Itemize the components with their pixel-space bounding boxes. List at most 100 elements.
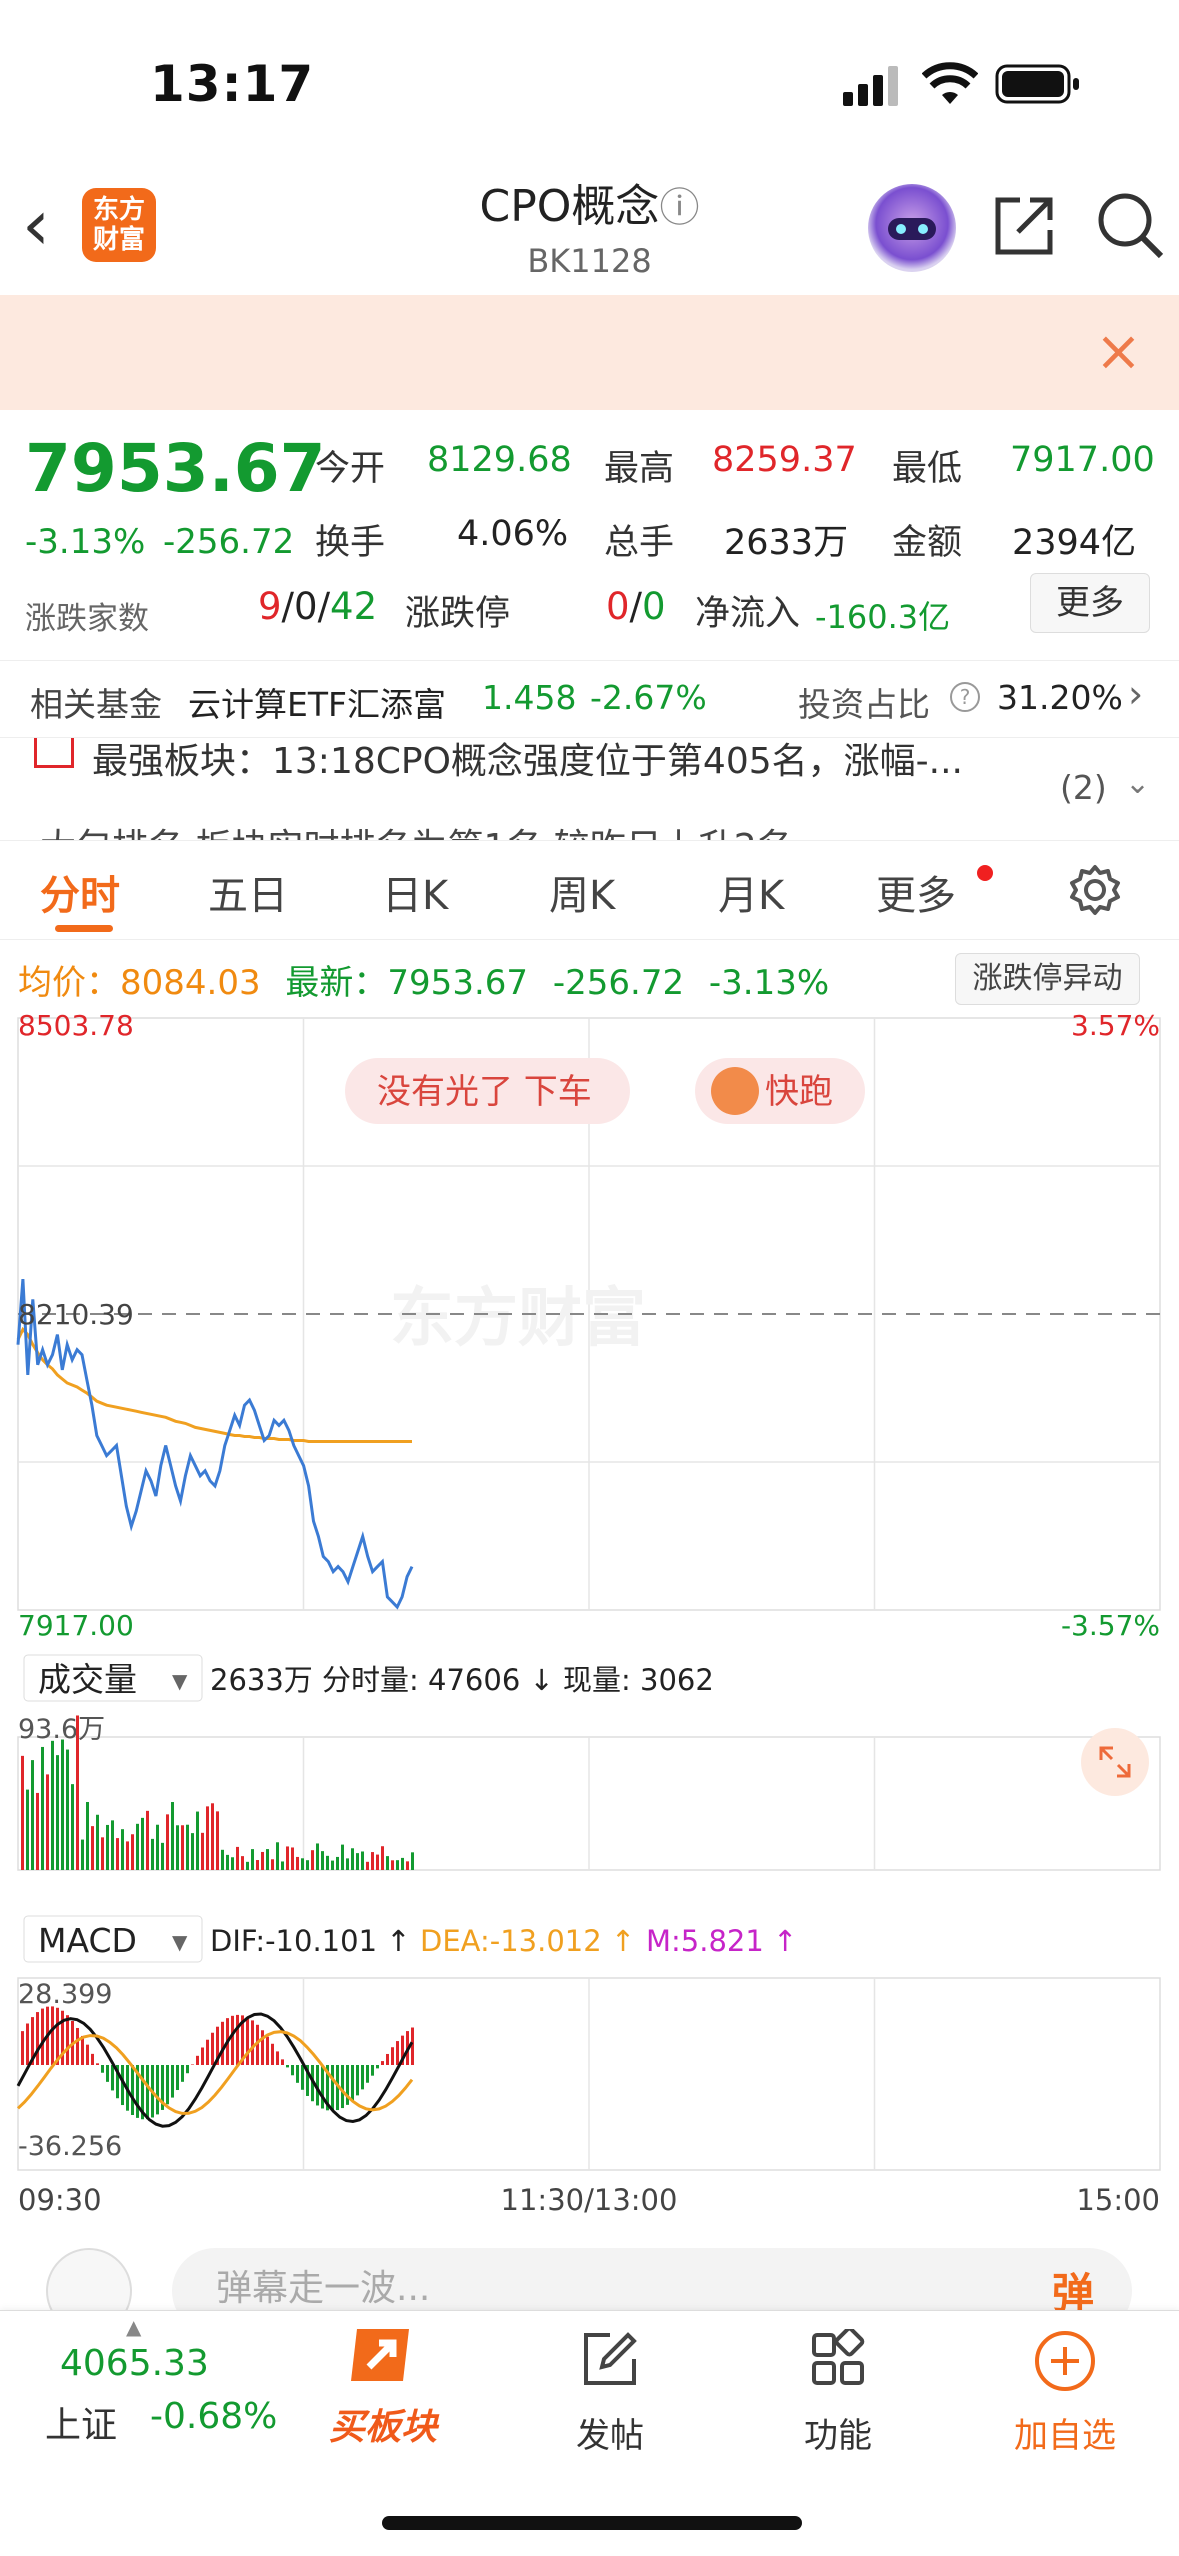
macd-bar	[271, 2043, 274, 2065]
fund-name[interactable]: 云计算ETF汇添富	[188, 678, 446, 726]
expand-icon[interactable]	[1081, 1728, 1149, 1796]
volume-bar	[66, 1749, 69, 1870]
search-icon[interactable]	[1095, 190, 1165, 260]
volume-bar	[261, 1851, 264, 1870]
danmu-row: 弹幕走一波... 弹	[0, 2230, 1179, 2334]
macd-bar	[396, 2041, 399, 2065]
limit-values: 0/0	[606, 585, 666, 628]
volume-value: 2633万	[724, 523, 849, 563]
macd-bar	[76, 2027, 79, 2065]
amount-value: 2394亿	[1012, 523, 1137, 563]
ratio-value: 31.20%	[997, 678, 1123, 717]
grid-icon	[812, 2326, 865, 2385]
share-icon[interactable]	[990, 190, 1060, 260]
volume-bar	[96, 1814, 99, 1870]
news-secondary: 大包排名 板块实时排名为第1名 较昨日上升2名	[40, 818, 793, 840]
close-icon[interactable]: ×	[1095, 320, 1142, 384]
amount-label: 金额	[892, 523, 963, 563]
macd-bar	[81, 2035, 84, 2065]
pct-max-label: 3.57%	[1071, 1010, 1160, 1042]
nav-buy-sector[interactable]: 买板块	[318, 2319, 448, 2450]
breadth-down: 42	[330, 585, 378, 628]
volume-bar	[411, 1852, 414, 1870]
volume-bar	[406, 1861, 409, 1870]
volume-bar	[201, 1832, 204, 1870]
settings-gear-icon[interactable]	[1068, 863, 1122, 917]
limit-move-button[interactable]: 涨跌停异动	[955, 953, 1140, 1005]
assistant-avatar-icon[interactable]	[868, 184, 956, 272]
macd-bar	[301, 2065, 304, 2090]
macd-bar	[376, 2065, 379, 2069]
volume-bar	[31, 1760, 34, 1870]
dropdown-arrow-icon: ▼	[172, 1669, 188, 1693]
limit-label: 涨跌停	[405, 594, 511, 634]
macd-bar	[361, 2065, 364, 2090]
nav-functions[interactable]: 功能	[778, 2326, 898, 2457]
tab-5day[interactable]: 五日	[208, 863, 288, 921]
volume-bar	[196, 1811, 199, 1870]
volume-bar	[36, 1792, 39, 1870]
tab-intraday[interactable]: 分时	[40, 863, 120, 921]
pct-min-label: -3.57%	[1061, 1609, 1160, 1642]
volume-select-label: 成交量	[38, 1660, 137, 1699]
fund-change: -2.67%	[590, 678, 707, 717]
macd-bar	[246, 2017, 249, 2065]
volume-bar	[251, 1849, 254, 1870]
volume-bar	[221, 1849, 224, 1870]
chevron-right-icon[interactable]: ›	[1128, 672, 1143, 716]
tab-monthly[interactable]: 月K	[718, 863, 784, 921]
volume-bar	[56, 1755, 59, 1870]
macd-min-label: -36.256	[18, 2131, 122, 2162]
netflow-label: 净流入	[695, 594, 801, 634]
volume-bar	[291, 1847, 294, 1870]
nav-post[interactable]: 发帖	[550, 2329, 670, 2457]
index-name[interactable]: 上证	[45, 2396, 117, 2448]
more-button[interactable]: 更多	[1030, 573, 1150, 633]
macd-bar	[291, 2065, 294, 2076]
macd-bar	[221, 2021, 224, 2065]
info-icon[interactable]: ⓘ	[659, 185, 699, 231]
chevron-down-icon[interactable]: ⌄	[1125, 766, 1150, 801]
macd-select-label: MACD	[38, 1921, 137, 1960]
volume-bar	[286, 1846, 289, 1870]
intraday-chart[interactable]: 东方财富 8503.78 8210.39 7917.00 3.57% -3.57…	[0, 1010, 1179, 2230]
volume-bar	[111, 1820, 114, 1870]
comment-bubble-text: 没有光了 下车	[377, 1072, 592, 1112]
wifi-icon	[922, 62, 978, 104]
volume-stats: 2633万 分时量: 47606 ↓ 现量: 3062	[210, 1663, 714, 1697]
volume-bar	[281, 1861, 284, 1870]
index-pct[interactable]: -0.68%	[150, 2396, 277, 2437]
tab-indicator	[55, 925, 113, 932]
help-icon[interactable]: ?	[950, 682, 980, 712]
tab-weekly[interactable]: 周K	[549, 863, 615, 921]
turnover-label: 换手	[315, 523, 386, 563]
volume-bar	[241, 1856, 244, 1870]
index-value[interactable]: 4065.33	[60, 2343, 209, 2384]
volume-bar	[136, 1823, 139, 1870]
buy-sector-icon	[351, 2329, 409, 2381]
macd-bar	[371, 2065, 374, 2076]
time-start-label: 09:30	[18, 2183, 102, 2217]
battery-icon	[995, 64, 1079, 104]
nav-add-watchlist[interactable]: 加自选	[1000, 2329, 1130, 2457]
volume-bar	[326, 1855, 329, 1870]
news-headline[interactable]: 最强板块：13:18CPO概念强度位于第405名，涨幅-...	[92, 732, 1112, 784]
edit-icon	[584, 2332, 637, 2385]
volume-bar	[181, 1825, 184, 1870]
macd-bar	[206, 2039, 209, 2065]
macd-bar	[66, 2015, 69, 2065]
volume-bar	[371, 1852, 374, 1870]
volume-bar	[271, 1859, 274, 1870]
tab-daily[interactable]: 日K	[382, 863, 448, 921]
macd-bar	[286, 2065, 289, 2068]
chart-tabs: 分时 五日 日K 周K 月K 更多	[0, 840, 1179, 940]
volume-bar	[106, 1824, 109, 1870]
volume-bar	[346, 1858, 349, 1870]
tab-more[interactable]: 更多	[876, 863, 956, 921]
macd-bar	[261, 2030, 264, 2065]
macd-bar	[366, 2065, 369, 2083]
latest-label: 最新：	[285, 963, 388, 1003]
m-value: M:5.821 ↑	[646, 1924, 797, 1958]
volume-bar	[76, 1715, 79, 1870]
news-count[interactable]: (2)	[1060, 768, 1107, 807]
